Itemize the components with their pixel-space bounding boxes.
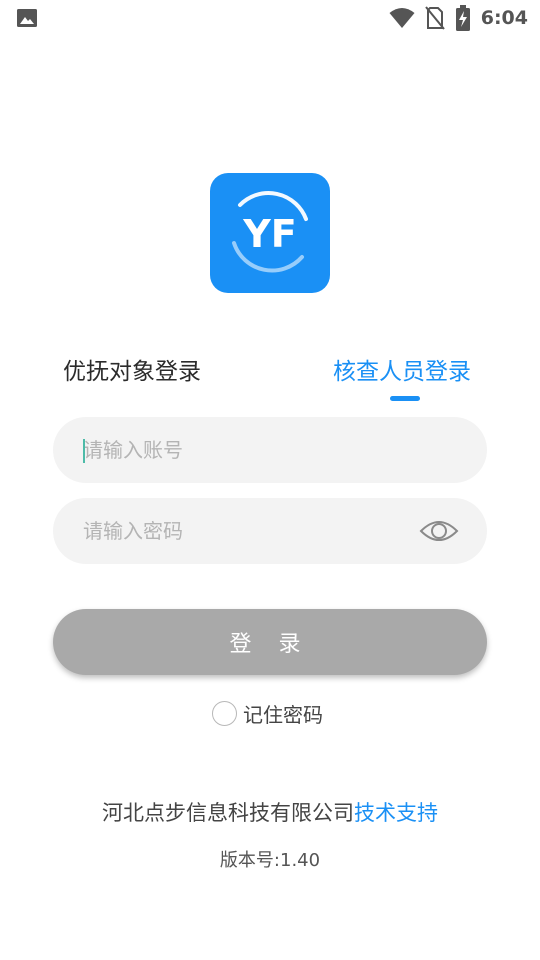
- remember-checkbox[interactable]: [212, 700, 237, 726]
- tab-beneficiary-login[interactable]: 优抚对象登录: [63, 352, 201, 386]
- company-name: 河北点步信息科技有限公司: [102, 801, 354, 825]
- image-icon: [17, 9, 37, 27]
- login-button[interactable]: 登 录: [53, 609, 487, 675]
- account-input[interactable]: [83, 417, 423, 483]
- password-field[interactable]: [53, 498, 487, 564]
- tab-inspector-login[interactable]: 核查人员登录: [333, 352, 471, 386]
- footer-credit: 河北点步信息科技有限公司技术支持: [0, 797, 540, 827]
- password-input[interactable]: [83, 498, 423, 564]
- no-sim-icon: [424, 6, 445, 30]
- status-icons: 6:04: [389, 5, 528, 31]
- active-tab-indicator: [390, 396, 420, 401]
- status-bar: 6:04: [0, 0, 540, 36]
- battery-charging-icon: [455, 5, 470, 31]
- wifi-icon: [389, 8, 415, 28]
- app-logo-icon: YF: [232, 191, 308, 273]
- app-logo: YF: [210, 173, 330, 293]
- account-field[interactable]: [53, 417, 487, 483]
- login-type-tabs: 优抚对象登录 核查人员登录: [0, 350, 540, 410]
- logo-text: YF: [242, 212, 296, 256]
- remember-label[interactable]: 记住密码: [243, 699, 323, 728]
- status-time: 6:04: [480, 7, 528, 29]
- text-caret: [83, 439, 85, 463]
- tech-support-link[interactable]: 技术支持: [354, 801, 438, 825]
- eye-icon[interactable]: [419, 515, 459, 547]
- remember-password[interactable]: 记住密码: [212, 699, 323, 727]
- version-label: 版本号:1.40: [219, 850, 321, 871]
